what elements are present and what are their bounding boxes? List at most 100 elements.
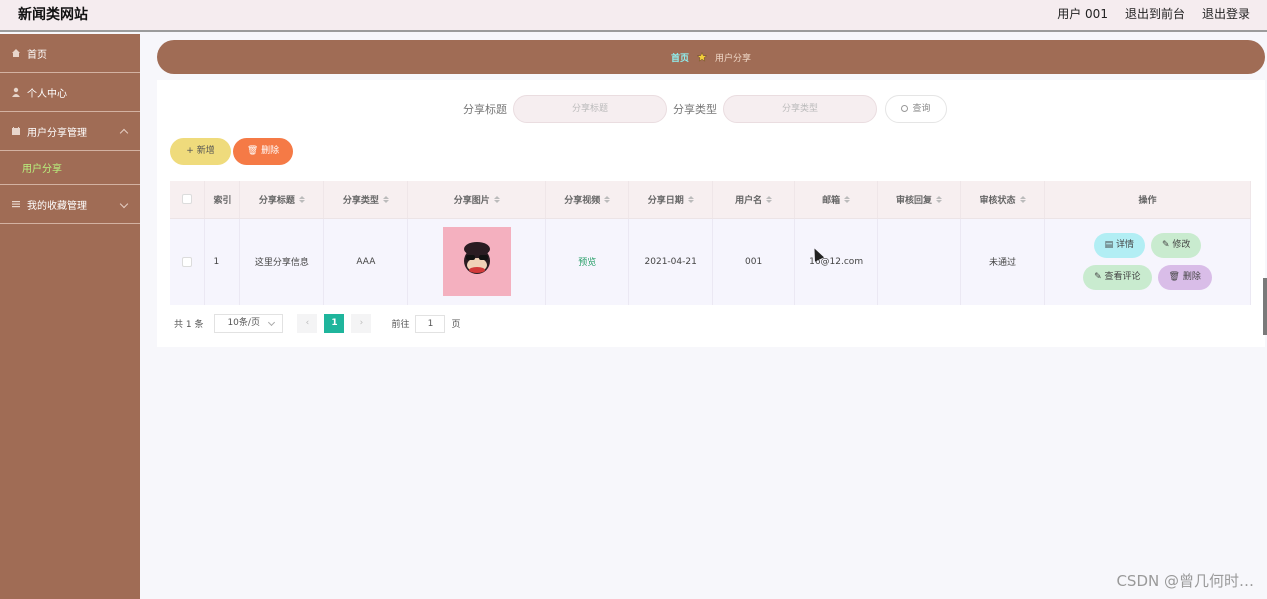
type-filter-label: 分享类型 xyxy=(673,103,717,116)
page-scrollbar[interactable] xyxy=(1263,278,1267,335)
sort-icon[interactable] xyxy=(936,195,943,203)
sort-icon[interactable] xyxy=(493,195,500,203)
row-delete-label: 删除 xyxy=(1182,272,1201,283)
edit-button-label: 修改 xyxy=(1172,240,1191,251)
sort-icon[interactable] xyxy=(1019,195,1026,203)
cell-type: AAA xyxy=(323,218,409,305)
sort-icon[interactable] xyxy=(687,195,694,203)
view-comments-button[interactable]: ✎ 查看评论 xyxy=(1083,265,1152,291)
sort-icon[interactable] xyxy=(766,195,773,203)
cell-status: 未通过 xyxy=(960,218,1045,305)
goto-label: 前往 xyxy=(391,320,410,330)
col-header-email[interactable]: 邮箱 xyxy=(794,181,879,219)
breadcrumb-current: 用户分享 xyxy=(715,53,752,64)
sidebar-item-label: 首页 xyxy=(27,49,47,61)
calendar-icon xyxy=(12,127,20,135)
sidebar-item-profile[interactable]: 个人中心 xyxy=(0,73,140,112)
table-header-row: 索引 分享标题 分享类型 分享图片 分享视频 分享日期 用户名 邮箱 审核回复 … xyxy=(170,181,1252,219)
content-panel: 分享标题 分享标题 分享类型 分享类型 查询 + 新增 🗑 删除 索引 分享标题… xyxy=(157,80,1265,347)
home-icon xyxy=(12,49,20,57)
cell-reply xyxy=(877,218,962,305)
sort-icon[interactable] xyxy=(844,195,851,203)
edit-button[interactable]: ✎ 修改 xyxy=(1150,233,1202,259)
query-button-label: 查询 xyxy=(912,104,931,114)
sort-icon[interactable] xyxy=(382,195,389,203)
top-bar: 新闻类网站 用户 001 退出到前台 退出登录 xyxy=(0,0,1267,32)
top-links: 用户 001 退出到前台 退出登录 xyxy=(1057,5,1250,22)
row-delete-button[interactable]: 🗑 删除 xyxy=(1157,265,1212,291)
chevron-left-icon: ‹ xyxy=(305,318,310,328)
sidebar-item-home[interactable]: 首页 xyxy=(0,34,140,73)
add-button[interactable]: + 新增 xyxy=(170,138,231,165)
view-comments-label: 查看评论 xyxy=(1104,272,1141,283)
sidebar-item-label: 用户分享管理 xyxy=(27,127,87,139)
page-suffix: 页 xyxy=(451,320,461,330)
search-bar: 分享标题 分享标题 分享类型 分享类型 查询 xyxy=(463,95,947,123)
sidebar-item-favorites[interactable]: 我的收藏管理 xyxy=(0,185,140,224)
sidebar-subitem-user-share[interactable]: 用户分享 xyxy=(0,151,140,185)
share-image-thumbnail[interactable] xyxy=(442,227,511,297)
trash-icon: 🗑 xyxy=(246,146,262,156)
cell-index: 1 xyxy=(204,218,241,305)
breadcrumb: 首页 用户分享 xyxy=(157,40,1265,74)
sort-icon[interactable] xyxy=(604,195,611,203)
title-filter-label: 分享标题 xyxy=(463,103,507,116)
cell-title: 这里分享信息 xyxy=(239,218,325,305)
document-icon: ▤ xyxy=(1104,240,1116,251)
pencil-icon: ✎ xyxy=(1094,272,1105,283)
col-header-video[interactable]: 分享视频 xyxy=(545,181,630,219)
sidebar-item-share-management[interactable]: 用户分享管理 xyxy=(0,112,140,151)
sidebar-item-label: 我的收藏管理 xyxy=(27,200,87,212)
total-count: 共 1 条 xyxy=(174,320,204,330)
page-size-select[interactable]: 10条/页 xyxy=(214,314,284,333)
goto-page-input[interactable]: 1 xyxy=(415,314,446,333)
col-header-reply[interactable]: 审核回复 xyxy=(877,181,962,219)
col-header-title[interactable]: 分享标题 xyxy=(239,181,325,219)
cell-video: 预览 xyxy=(545,218,630,305)
video-preview-link[interactable]: 预览 xyxy=(578,258,596,268)
share-table: 索引 分享标题 分享类型 分享图片 分享视频 分享日期 用户名 邮箱 审核回复 … xyxy=(170,181,1252,305)
sidebar: 首页 个人中心 用户分享管理 用户分享 我的收藏管理 xyxy=(0,34,140,599)
chevron-up-icon xyxy=(119,128,129,138)
pagination: 共 1 条 10条/页 ‹ 1 › 前往 1 页 xyxy=(174,314,460,333)
col-header: 索引 xyxy=(204,181,241,219)
cell-username: 001 xyxy=(712,218,796,305)
next-page-button[interactable]: › xyxy=(351,314,372,333)
chevron-down-icon xyxy=(119,199,129,209)
search-icon xyxy=(901,105,909,112)
monkey-face-icon xyxy=(463,242,490,275)
sort-icon[interactable] xyxy=(298,195,305,203)
chevron-right-icon: › xyxy=(359,318,364,328)
select-all-cell xyxy=(170,181,206,219)
pencil-icon: ✎ xyxy=(1161,240,1173,251)
breadcrumb-home[interactable]: 首页 xyxy=(671,51,689,64)
title-search-input[interactable]: 分享标题 xyxy=(513,95,667,123)
detail-button[interactable]: ▤ 详情 xyxy=(1093,233,1145,259)
col-header-username[interactable]: 用户名 xyxy=(712,181,796,219)
row-checkbox[interactable] xyxy=(182,256,193,267)
cell-email: 16@12.com xyxy=(794,218,879,305)
cell-actions: ▤ 详情 ✎ 修改 ✎ 查看评论 🗑 删除 xyxy=(1044,218,1252,305)
cell-image xyxy=(407,218,547,305)
query-button[interactable]: 查询 xyxy=(885,95,947,123)
watermark: CSDN @曾几何时… xyxy=(1116,572,1254,590)
table-row: 1 这里分享信息 AAA 预览 2021-04-21 001 16@12.com… xyxy=(170,218,1252,305)
col-header-status[interactable]: 审核状态 xyxy=(960,181,1045,219)
col-header-actions: 操作 xyxy=(1044,181,1252,219)
back-to-front-link[interactable]: 退出到前台 xyxy=(1125,5,1185,22)
bulk-delete-label: 删除 xyxy=(261,146,280,156)
bulk-delete-button[interactable]: 🗑 删除 xyxy=(233,138,293,165)
trash-icon: 🗑 xyxy=(1168,272,1183,283)
col-header-type[interactable]: 分享类型 xyxy=(323,181,409,219)
type-search-input[interactable]: 分享类型 xyxy=(723,95,877,123)
select-all-checkbox[interactable] xyxy=(182,194,193,204)
detail-button-label: 详情 xyxy=(1115,240,1134,251)
col-header-date[interactable]: 分享日期 xyxy=(628,181,714,219)
page-number-current[interactable]: 1 xyxy=(324,314,345,333)
site-title: 新闻类网站 xyxy=(18,7,88,23)
col-header-image[interactable]: 分享图片 xyxy=(407,181,547,219)
sidebar-item-label: 个人中心 xyxy=(27,88,67,100)
row-select-cell xyxy=(170,218,206,305)
logout-link[interactable]: 退出登录 xyxy=(1202,5,1250,22)
prev-page-button[interactable]: ‹ xyxy=(297,314,318,333)
